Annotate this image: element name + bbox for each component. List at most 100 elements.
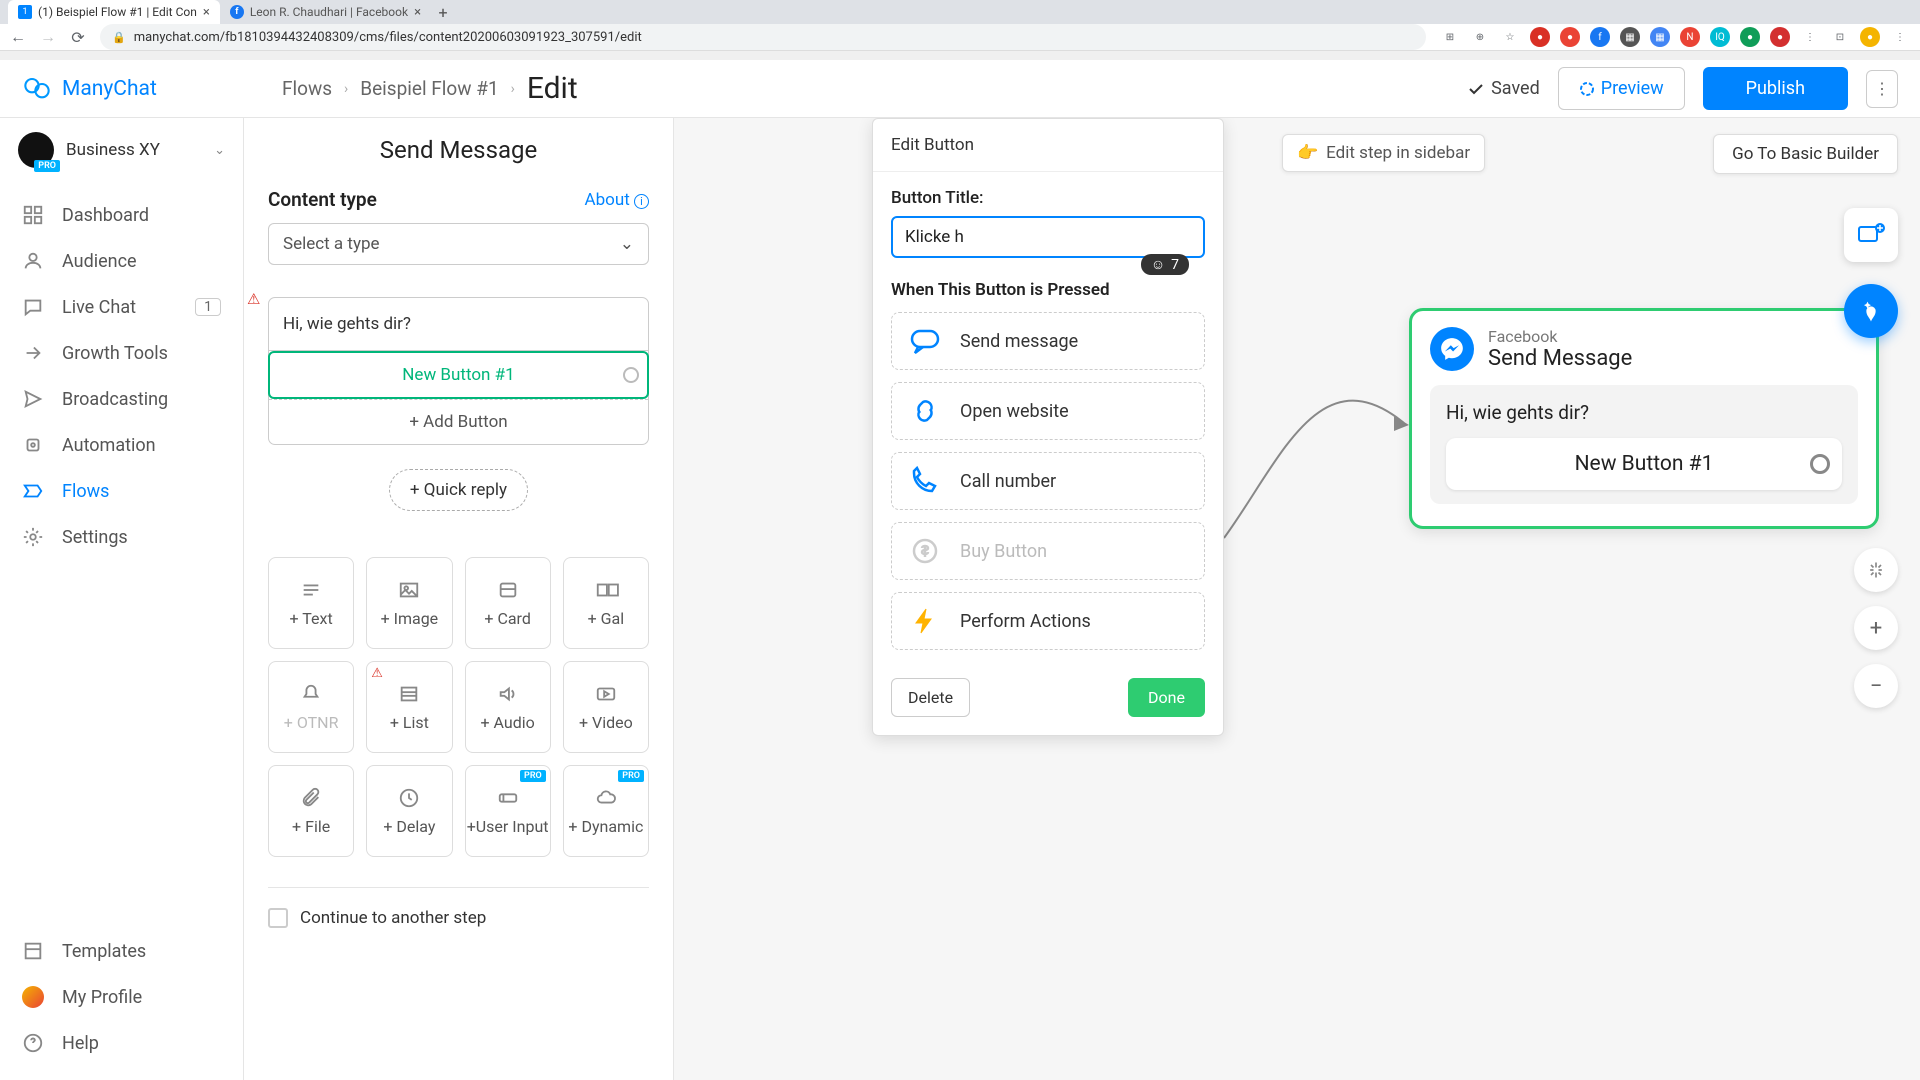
- action-buy-button[interactable]: Buy Button: [891, 522, 1205, 580]
- message-card[interactable]: ⚠ Hi, wie gehts dir? New Button #1 + Add…: [268, 297, 649, 445]
- ext-icon[interactable]: ●: [1740, 27, 1760, 47]
- profile-avatar-icon[interactable]: ●: [1860, 27, 1880, 47]
- preview-label: Preview: [1601, 78, 1664, 99]
- ext-icon[interactable]: ●: [1770, 27, 1790, 47]
- block-user-input[interactable]: PRO+User Input: [465, 765, 551, 857]
- dashboard-icon: [22, 204, 44, 226]
- continue-checkbox-row[interactable]: Continue to another step: [268, 908, 649, 928]
- ext-icon[interactable]: ⋮: [1800, 27, 1820, 47]
- zoom-icon[interactable]: ⊕: [1470, 27, 1490, 47]
- ext-icon[interactable]: N: [1680, 27, 1700, 47]
- publish-button[interactable]: Publish: [1703, 67, 1848, 110]
- checkbox[interactable]: [268, 908, 288, 928]
- ext-icon[interactable]: ●: [1530, 27, 1550, 47]
- about-link[interactable]: About i: [585, 190, 649, 210]
- node-message: Hi, wie gehts dir? New Button #1: [1430, 385, 1858, 504]
- ext-icon[interactable]: ●: [1560, 27, 1580, 47]
- sidebar-item-settings[interactable]: Settings: [0, 514, 243, 560]
- message-text[interactable]: Hi, wie gehts dir?: [269, 298, 648, 351]
- sidebar-item-flows[interactable]: Flows: [0, 468, 243, 514]
- star-icon[interactable]: ☆: [1500, 27, 1520, 47]
- zoom-out-button[interactable]: −: [1854, 664, 1898, 708]
- breadcrumb-flows[interactable]: Flows: [282, 77, 332, 100]
- preview-button[interactable]: Preview: [1558, 67, 1685, 110]
- block-card[interactable]: + Card: [465, 557, 551, 649]
- sidebar-item-dashboard[interactable]: Dashboard: [0, 192, 243, 238]
- translate-icon[interactable]: ⊞: [1440, 27, 1460, 47]
- logo[interactable]: ManyChat: [22, 74, 232, 104]
- action-send-message[interactable]: Send message: [891, 312, 1205, 370]
- quick-reply-button[interactable]: + Quick reply: [389, 469, 528, 511]
- delete-button[interactable]: Delete: [891, 678, 970, 717]
- action-perform-actions[interactable]: Perform Actions: [891, 592, 1205, 650]
- block-dynamic[interactable]: PRO+ Dynamic: [563, 765, 649, 857]
- url-text: manychat.com/fb181039443240830​9/cms/fil…: [134, 30, 642, 45]
- add-step-button[interactable]: [1844, 208, 1898, 262]
- emoji-icon[interactable]: ☺: [1151, 256, 1165, 273]
- basic-builder-button[interactable]: Go To Basic Builder: [1713, 134, 1898, 174]
- auto-layout-button[interactable]: [1854, 548, 1898, 592]
- button-row-selected[interactable]: New Button #1: [268, 351, 649, 399]
- block-list[interactable]: ⚠+ List: [366, 661, 452, 753]
- block-otnr[interactable]: + OTNR: [268, 661, 354, 753]
- back-icon[interactable]: ←: [10, 29, 26, 45]
- button-port[interactable]: [623, 367, 639, 383]
- sidebar-item-help[interactable]: Help: [0, 1020, 243, 1066]
- block-delay[interactable]: + Delay: [366, 765, 452, 857]
- block-file[interactable]: + File: [268, 765, 354, 857]
- done-button[interactable]: Done: [1128, 678, 1205, 717]
- ext-icon[interactable]: f: [1590, 27, 1610, 47]
- audience-icon: [22, 250, 44, 272]
- sidebar-item-profile[interactable]: My Profile: [0, 974, 243, 1020]
- node-button[interactable]: New Button #1: [1446, 438, 1842, 490]
- block-text[interactable]: + Text: [268, 557, 354, 649]
- assistant-button[interactable]: [1844, 284, 1898, 338]
- browser-tab-active[interactable]: 1 (1) Beispiel Flow #1 | Edit Con ×: [8, 0, 220, 24]
- close-icon[interactable]: ×: [414, 5, 421, 20]
- link-icon: [908, 397, 942, 425]
- zoom-in-button[interactable]: +: [1854, 606, 1898, 650]
- reload-icon[interactable]: ⟳: [70, 29, 86, 45]
- forward-icon[interactable]: →: [40, 29, 56, 45]
- action-call-number[interactable]: Call number: [891, 452, 1205, 510]
- ext-icon[interactable]: ⊡: [1830, 27, 1850, 47]
- sidebar-item-growth[interactable]: Growth Tools: [0, 330, 243, 376]
- block-gallery[interactable]: + Gal: [563, 557, 649, 649]
- chevron-down-icon: ⌄: [214, 143, 225, 158]
- new-tab-button[interactable]: +: [431, 0, 455, 24]
- ext-icon[interactable]: ▦: [1650, 27, 1670, 47]
- add-button[interactable]: + Add Button: [269, 399, 648, 444]
- block-label: + Delay: [383, 817, 435, 836]
- action-open-website[interactable]: Open website: [891, 382, 1205, 440]
- menu-icon[interactable]: ⋮: [1890, 27, 1910, 47]
- sidebar-item-templates[interactable]: Templates: [0, 928, 243, 974]
- sidebar-item-audience[interactable]: Audience: [0, 238, 243, 284]
- browser-tab[interactable]: f Leon R. Chaudhari | Facebook ×: [220, 0, 431, 24]
- button-title-input[interactable]: [891, 216, 1205, 258]
- sidebar-item-label: My Profile: [62, 987, 142, 1008]
- pro-badge: PRO: [34, 160, 60, 172]
- node-port[interactable]: [1810, 454, 1830, 474]
- sidebar-item-automation[interactable]: Automation: [0, 422, 243, 468]
- more-menu-button[interactable]: ⋮: [1866, 70, 1898, 108]
- sidebar-item-livechat[interactable]: Live Chat 1: [0, 284, 243, 330]
- sidebar-item-broadcasting[interactable]: Broadcasting: [0, 376, 243, 422]
- ext-icon[interactable]: IQ: [1710, 27, 1730, 47]
- close-icon[interactable]: ×: [203, 5, 210, 20]
- lock-icon: 🔒: [112, 31, 126, 44]
- select-placeholder: Select a type: [283, 234, 380, 254]
- account-switcher[interactable]: PRO Business XY ⌄: [0, 118, 243, 182]
- flow-canvas[interactable]: Send Message Content type About i Select…: [244, 118, 1920, 1080]
- block-image[interactable]: + Image: [366, 557, 452, 649]
- content-type-select[interactable]: Select a type ⌄: [268, 223, 649, 265]
- block-audio[interactable]: + Audio: [465, 661, 551, 753]
- url-field[interactable]: 🔒 manychat.com/fb181039443240830​9/cms/f…: [100, 24, 1426, 50]
- block-label: + Text: [290, 609, 333, 628]
- popover-title: Edit Button: [873, 119, 1223, 172]
- block-video[interactable]: + Video: [563, 661, 649, 753]
- breadcrumb-flow-name[interactable]: Beispiel Flow #1: [360, 77, 498, 100]
- edit-step-toolbar[interactable]: 👉 Edit step in sidebar: [1282, 134, 1485, 172]
- block-label: + Dynamic: [568, 817, 643, 836]
- ext-icon[interactable]: ▦: [1620, 27, 1640, 47]
- flow-node-send-message[interactable]: Facebook Send Message Hi, wie gehts dir?…: [1409, 308, 1879, 529]
